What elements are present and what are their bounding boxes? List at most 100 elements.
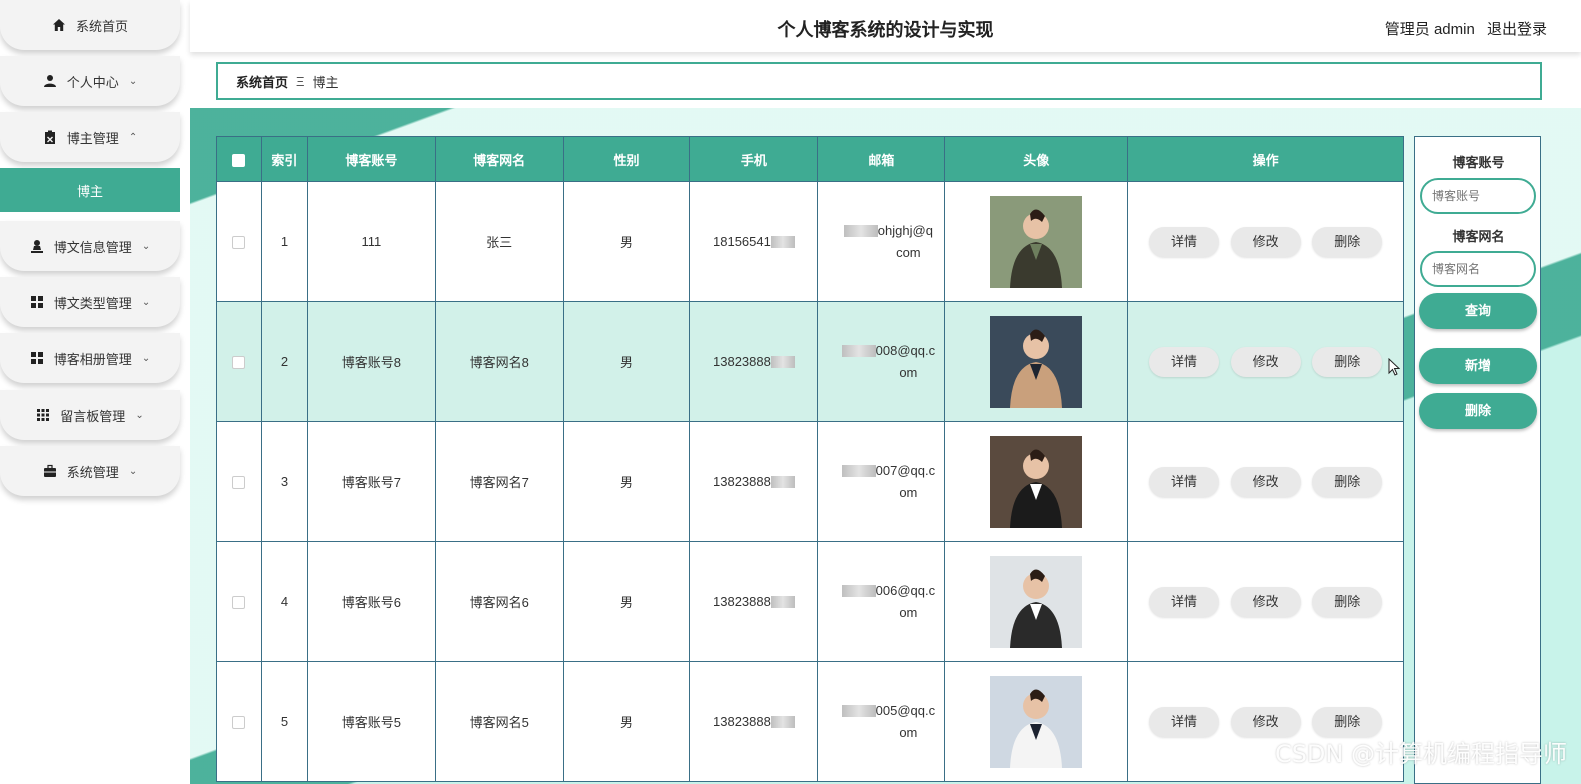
- email-text-line2: om: [899, 364, 918, 380]
- cell-email: 006@qq.c om: [817, 541, 946, 662]
- cell-account: 博客账号7: [306, 421, 436, 542]
- email-text-line1: 008@qq.c: [875, 342, 936, 358]
- sidebar-item-label: 博客相册管理: [53, 351, 132, 367]
- col-email: 邮箱: [817, 136, 946, 182]
- breadcrumb-separator: Ξ: [296, 73, 305, 89]
- email-text-line2: om: [899, 484, 918, 500]
- sidebar: 系统首页 个人中心 ⌄ 博主管理 ⌃ 博主 博文信息管理 ⌄ 博文类型管理 ⌄ …: [0, 0, 182, 784]
- sidebar-item-label: 个人中心: [66, 74, 119, 90]
- sidebar-item-blogger-mgmt[interactable]: 博主管理 ⌃: [0, 112, 180, 162]
- account-search-label: 博客账号: [1452, 155, 1505, 170]
- col-account: 博客账号: [306, 136, 436, 182]
- delete-button[interactable]: 删除: [1312, 586, 1383, 617]
- delete-button[interactable]: 删除: [1312, 706, 1383, 737]
- sidebar-item-label: 博文信息管理: [53, 239, 132, 255]
- email-text-line1: 007@qq.c: [875, 462, 936, 478]
- delete-button[interactable]: 删除: [1312, 466, 1383, 497]
- redaction-blur: [841, 345, 876, 358]
- phone-text: 13823888: [713, 354, 771, 369]
- sidebar-item-profile[interactable]: 个人中心 ⌄: [0, 56, 180, 106]
- email-text-line1: 005@qq.c: [875, 702, 936, 718]
- detail-button[interactable]: 详情: [1148, 226, 1219, 257]
- blogger-table: 索引 博客账号 博客网名 性别 手机 邮箱 头像 操作 1 111 张三 男 1…: [216, 136, 1404, 782]
- select-all-checkbox[interactable]: [216, 136, 262, 182]
- chevron-down-icon: ⌄: [128, 465, 138, 477]
- edit-button[interactable]: 修改: [1230, 466, 1301, 497]
- delete-button[interactable]: 删除: [1312, 226, 1383, 257]
- avatar-photo[interactable]: [990, 675, 1083, 768]
- cell-index: 4: [260, 541, 308, 662]
- breadcrumb-home[interactable]: 系统首页: [236, 72, 288, 91]
- sidebar-subitem-blogger[interactable]: 博主: [0, 168, 180, 212]
- detail-button[interactable]: 详情: [1148, 466, 1219, 497]
- table-row: 1 111 张三 男 18156541 ohjghj@q com 详情 修改 删除: [216, 181, 1404, 302]
- sidebar-item-label: 博主管理: [66, 130, 119, 146]
- edit-button[interactable]: 修改: [1230, 706, 1301, 737]
- table-row: 5 博客账号5 博客网名5 男 13823888 005@qq.c om 详情 修…: [216, 661, 1404, 782]
- edit-button[interactable]: 修改: [1230, 586, 1301, 617]
- col-avatar: 头像: [944, 136, 1129, 182]
- cell-nickname: 张三: [434, 181, 564, 302]
- logout-link[interactable]: 退出登录: [1487, 21, 1547, 38]
- redaction-blur: [841, 465, 876, 478]
- detail-button[interactable]: 详情: [1148, 346, 1219, 377]
- table-row: 4 博客账号6 博客网名6 男 13823888 006@qq.c om 详情 修…: [216, 541, 1404, 662]
- col-gender: 性别: [562, 136, 691, 182]
- sidebar-item-system-mgmt[interactable]: 系统管理 ⌄: [0, 446, 180, 496]
- avatar-photo[interactable]: [990, 315, 1083, 408]
- grid-icon: [30, 351, 44, 365]
- sidebar-item-home[interactable]: 系统首页: [0, 0, 180, 50]
- sidebar-item-album-mgmt[interactable]: 博客相册管理 ⌄: [0, 333, 180, 383]
- row-checkbox[interactable]: [216, 181, 262, 302]
- row-checkbox[interactable]: [216, 541, 262, 662]
- table-header-row: 索引 博客账号 博客网名 性别 手机 邮箱 头像 操作: [216, 136, 1404, 182]
- query-button[interactable]: 查询: [1419, 293, 1537, 329]
- redaction-blur: [843, 225, 878, 238]
- avatar-photo[interactable]: [990, 555, 1083, 648]
- email-text-line2: om: [899, 604, 918, 620]
- avatar-photo[interactable]: [990, 195, 1083, 288]
- cell-phone: 13823888: [689, 421, 819, 542]
- row-checkbox[interactable]: [216, 421, 262, 542]
- phone-text: 18156541: [713, 234, 771, 249]
- breadcrumb: 系统首页 Ξ 博主: [216, 62, 1542, 100]
- col-index: 索引: [260, 136, 308, 182]
- cell-index: 3: [260, 421, 308, 542]
- nickname-search-input[interactable]: [1420, 251, 1536, 287]
- redaction-blur: [841, 585, 876, 598]
- cell-index: 5: [260, 661, 308, 782]
- col-phone: 手机: [689, 136, 819, 182]
- detail-button[interactable]: 详情: [1148, 706, 1219, 737]
- admin-label[interactable]: 管理员 admin: [1385, 21, 1475, 38]
- chevron-down-icon: ⌄: [128, 75, 138, 87]
- add-button[interactable]: 新增: [1419, 348, 1537, 384]
- batch-delete-button[interactable]: 删除: [1419, 393, 1537, 429]
- cell-gender: 男: [562, 541, 691, 662]
- sidebar-item-message-mgmt[interactable]: 留言板管理 ⌄: [0, 390, 180, 440]
- row-checkbox[interactable]: [216, 661, 262, 782]
- cell-nickname: 博客网名6: [434, 541, 564, 662]
- phone-text: 13823888: [713, 474, 771, 489]
- detail-button[interactable]: 详情: [1148, 586, 1219, 617]
- briefcase-icon: [43, 464, 57, 478]
- table-row: 2 博客账号8 博客网名8 男 13823888 008@qq.c om 详情 修…: [216, 301, 1404, 422]
- cell-gender: 男: [562, 301, 691, 422]
- email-text-line2: com: [896, 244, 921, 260]
- cell-account: 博客账号8: [306, 301, 436, 422]
- col-actions: 操作: [1127, 136, 1404, 182]
- sidebar-item-post-type-mgmt[interactable]: 博文类型管理 ⌄: [0, 277, 180, 327]
- avatar-photo[interactable]: [990, 435, 1083, 528]
- row-checkbox[interactable]: [216, 301, 262, 422]
- chevron-down-icon: ⌄: [141, 240, 151, 252]
- cell-nickname: 博客网名5: [434, 661, 564, 782]
- cell-avatar: [944, 541, 1129, 662]
- cell-phone: 13823888: [689, 301, 819, 422]
- edit-button[interactable]: 修改: [1230, 226, 1301, 257]
- redaction-blur: [770, 475, 795, 488]
- edit-button[interactable]: 修改: [1230, 346, 1301, 377]
- redaction-blur: [841, 705, 876, 718]
- account-search-input[interactable]: [1420, 178, 1536, 214]
- email-text-line1: 006@qq.c: [875, 582, 936, 598]
- sidebar-item-post-mgmt[interactable]: 博文信息管理 ⌄: [0, 221, 180, 271]
- delete-button[interactable]: 删除: [1312, 346, 1383, 377]
